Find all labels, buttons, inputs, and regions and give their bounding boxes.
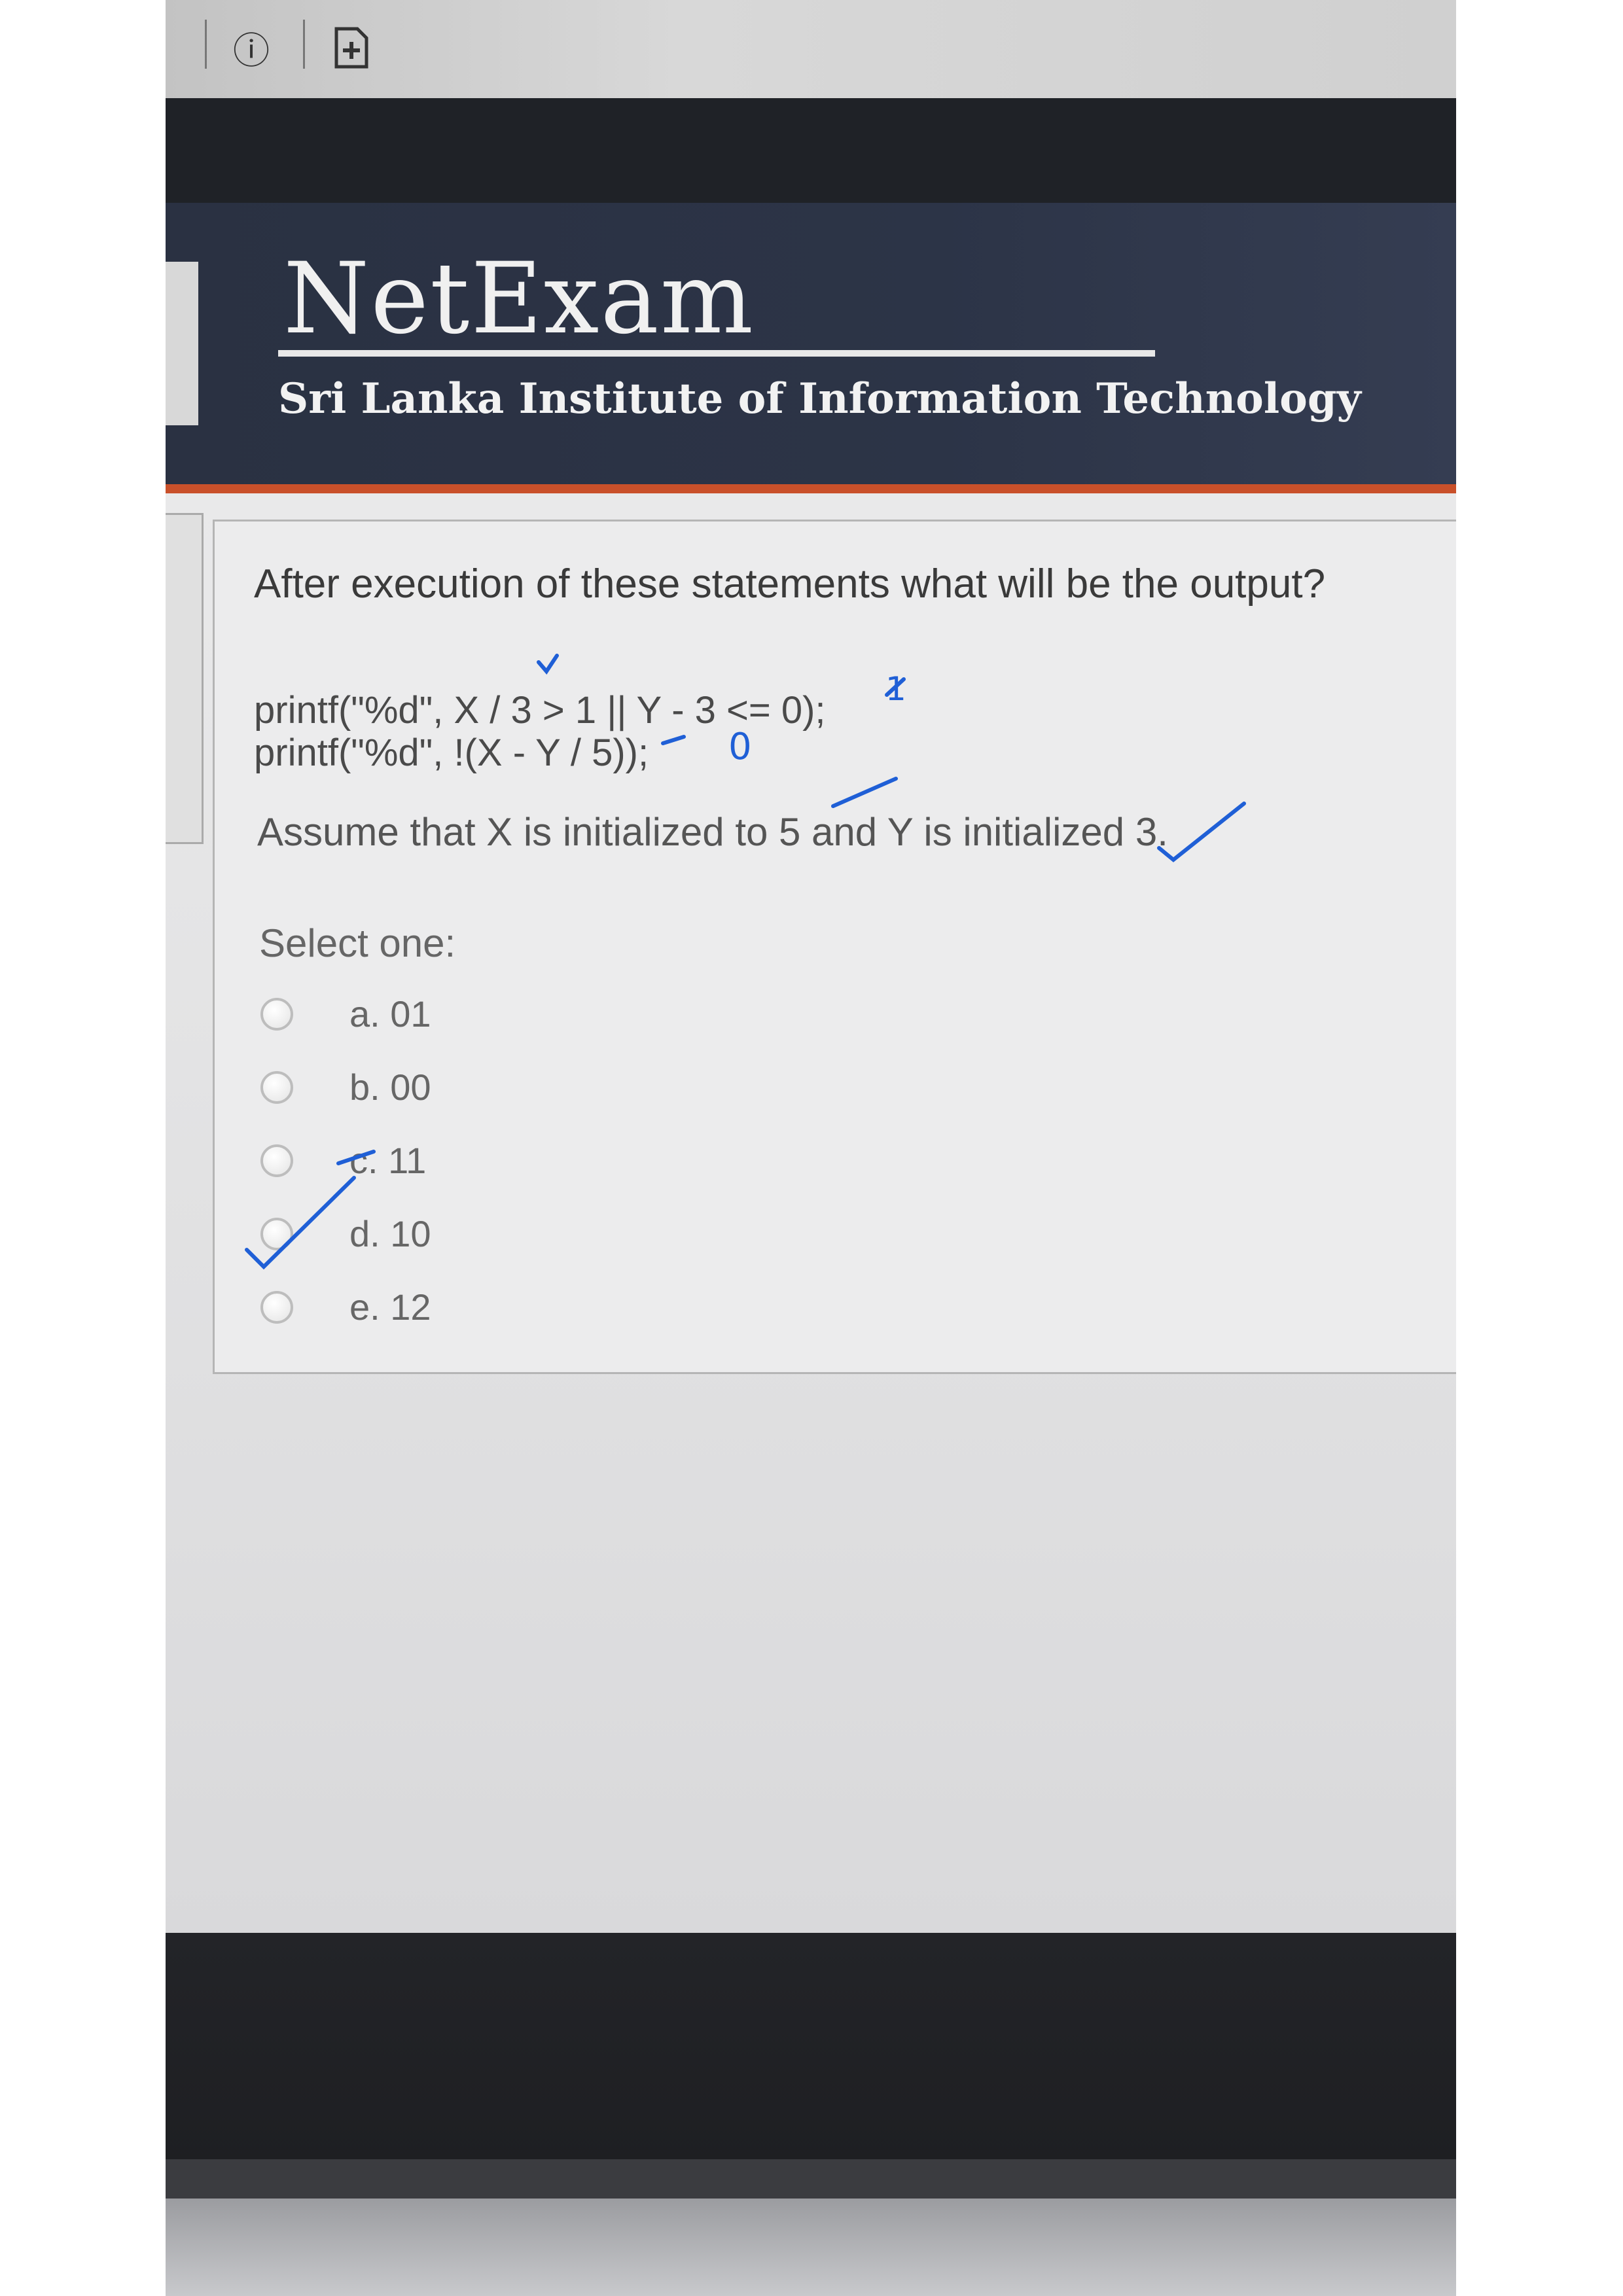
dash-mark (661, 735, 686, 745)
check-mark (1157, 802, 1246, 862)
line2-result: 0 (728, 726, 752, 768)
tick-mark (537, 654, 559, 675)
laptop-hinge (166, 2159, 1456, 2199)
handwritten-annotations: 1 0 (245, 654, 1246, 1270)
line1-result: 1 (885, 670, 906, 708)
pen-stroke (336, 1150, 376, 1165)
laptop-body (166, 2199, 1456, 2296)
answer-check-mark (245, 1176, 356, 1270)
photo-frame: ⓘ NetExam Sri Lanka Institute of Informa… (166, 0, 1456, 2296)
check-mark (831, 777, 898, 808)
